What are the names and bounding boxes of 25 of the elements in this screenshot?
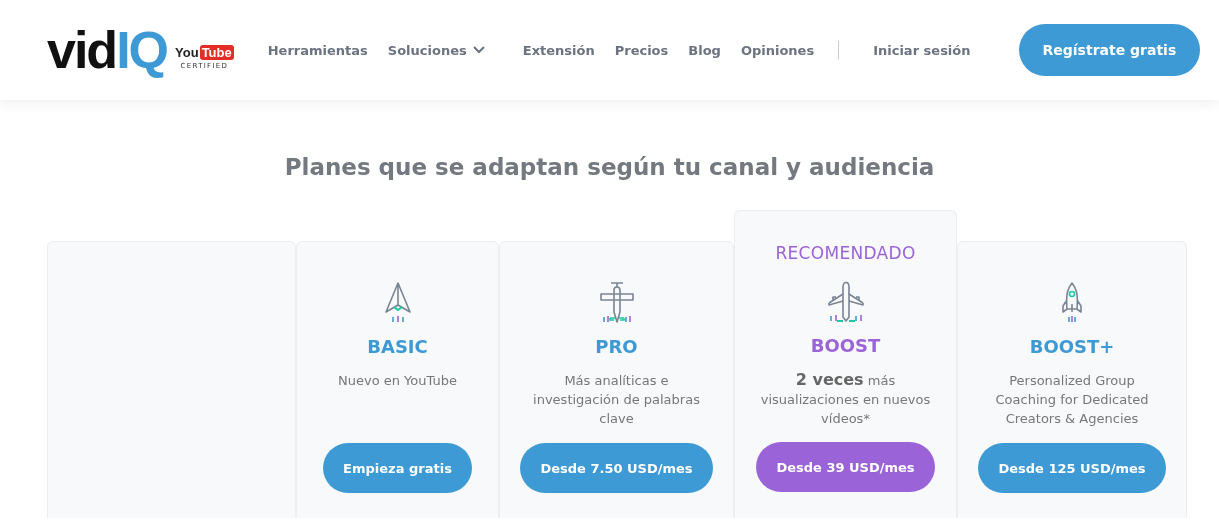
plan-description: Nuevo en YouTube [337,372,458,390]
nav-link[interactable]: Blog [688,42,721,58]
recommended-label: RECOMENDADO [775,243,916,265]
plan-button[interactable]: Desde 39 USD/mes [756,442,935,492]
logo[interactable]: vidIQ [47,24,168,76]
plan-name: BASIC [367,336,428,357]
page-heading: Planes que se adaptan según tu canal y audiencia [283,153,936,182]
airplane-icon [825,279,866,325]
chevron-down-icon [472,46,485,54]
nav-link[interactable]: Extensión [522,42,595,58]
plan-button[interactable]: Desde 7.50 USD/mes [520,443,713,493]
nav-link[interactable]: Soluciones [387,42,485,58]
login-link[interactable]: Iniciar sesión [873,42,971,58]
signup-button[interactable]: Regístrate gratis [1018,24,1201,76]
plan-button[interactable]: Desde 125 USD/mes [978,443,1166,493]
plan-name: PRO [595,336,638,357]
plan-description: Más analíticas e investigación de palabras clave [532,372,701,428]
nav-link[interactable]: Precios [614,42,669,58]
plan-description: Personalized Group Coaching for Dedicated Creators & Agencies [994,372,1150,428]
plan-name: BOOST+ [1029,336,1115,357]
plan-description: 2 veces más visualizaciones en nuevos vídeos* [759,370,932,428]
nav-link[interactable]: Herramientas [267,42,368,58]
nav-link[interactable]: Opiniones [740,42,815,58]
plan-button[interactable]: Empieza gratis [323,443,472,493]
plan-name: BOOST [810,335,881,356]
